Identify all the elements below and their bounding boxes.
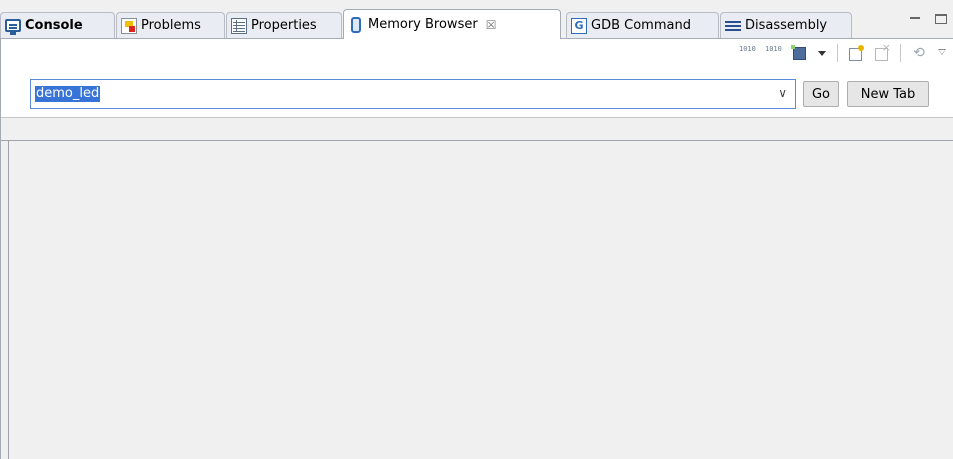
gdb-icon: G <box>571 17 587 34</box>
tab-gdb-command-label: GDB Command <box>591 18 691 33</box>
toolbar-separator <box>900 44 901 62</box>
tab-close-icon[interactable]: ☒ <box>486 18 497 32</box>
view-window-controls <box>909 14 947 24</box>
toolbar-separator <box>837 44 838 62</box>
rendering-tab-strip <box>1 117 953 141</box>
import-memory-icon[interactable]: 1010 <box>739 45 756 61</box>
new-tab-button[interactable]: New Tab <box>847 81 929 107</box>
problems-icon <box>121 17 137 34</box>
tab-memory-browser[interactable]: Memory Browser ☒ <box>343 9 561 39</box>
address-combo[interactable]: demo_led ∨ <box>30 79 796 109</box>
link-with-debug-icon[interactable]: ⟲ <box>911 45 927 61</box>
tab-properties-label: Properties <box>251 18 317 33</box>
tab-disassembly-label: Disassembly <box>745 18 828 33</box>
address-row: demo_led ∨ Go New Tab <box>30 79 953 109</box>
chevron-down-icon[interactable]: ∨ <box>778 86 787 100</box>
memory-icon <box>351 16 361 33</box>
view-toolbar: 1010 1010 ⟲ <box>739 41 947 63</box>
tab-disassembly[interactable]: Disassembly <box>720 12 852 38</box>
tab-problems[interactable]: Problems <box>116 12 225 38</box>
tab-problems-label: Problems <box>141 18 201 33</box>
new-rendering-icon[interactable] <box>791 45 807 61</box>
rendering-dropdown-icon[interactable] <box>817 45 827 61</box>
memory-browser-panel: 1010 1010 ⟲ demo_led ∨ Go New Tab <box>0 38 953 459</box>
go-button[interactable]: Go <box>803 81 839 107</box>
address-input-value[interactable]: demo_led <box>35 86 101 102</box>
tab-properties[interactable]: Properties <box>226 12 342 38</box>
content-left-border <box>8 141 9 459</box>
view-menu-icon[interactable] <box>937 45 947 61</box>
properties-icon <box>231 17 247 34</box>
tab-memory-browser-label: Memory Browser <box>368 17 478 32</box>
console-icon <box>5 19 21 35</box>
disassembly-icon <box>725 20 741 32</box>
new-memory-tab-icon[interactable] <box>848 45 864 61</box>
export-memory-icon[interactable]: 1010 <box>765 45 782 61</box>
tab-gdb-command[interactable]: G GDB Command <box>566 12 719 38</box>
tab-console-label: Console <box>25 18 83 33</box>
export-memory-text: 1010 <box>765 45 782 53</box>
close-memory-tab-icon[interactable] <box>874 41 891 61</box>
minimize-icon[interactable] <box>909 14 921 24</box>
maximize-icon[interactable] <box>935 14 947 24</box>
memory-content-area <box>1 141 953 459</box>
view-tab-bar: Console Problems Properties Memory Brows… <box>0 0 953 39</box>
tab-console[interactable]: Console <box>0 12 115 38</box>
import-memory-text: 1010 <box>739 45 756 53</box>
